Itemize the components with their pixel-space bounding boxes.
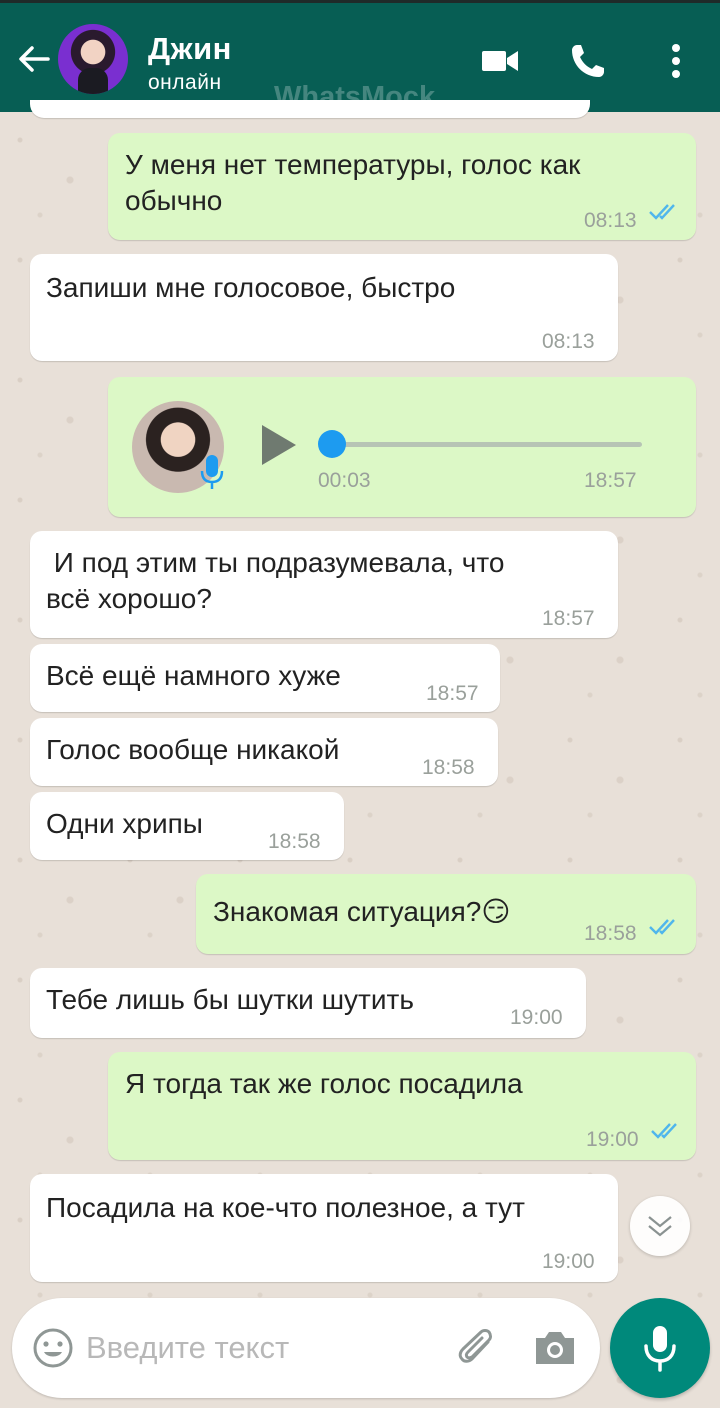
message-text: Посадила на кое-что полезное, а тут xyxy=(46,1192,525,1223)
emoji-icon[interactable] xyxy=(32,1327,74,1369)
message-text: Тебе лишь бы шутки шутить xyxy=(46,984,414,1015)
message-text: Знакомая ситуация?😏 xyxy=(213,896,511,927)
message-time: 19:00 xyxy=(586,1128,639,1151)
message-outgoing[interactable]: Я тогда так же голос посадила 19:00 xyxy=(108,1052,696,1160)
avatar[interactable] xyxy=(58,24,128,94)
message-incoming[interactable]: Голос вообще никакой 18:58 xyxy=(30,718,498,786)
camera-icon[interactable] xyxy=(532,1328,578,1368)
more-vert-icon[interactable] xyxy=(662,41,690,81)
read-ticks-icon xyxy=(651,1123,677,1139)
message-time: 18:57 xyxy=(542,607,595,630)
message-text: всё хорошо? xyxy=(46,583,212,614)
message-incoming[interactable]: И под этим ты подразумевала, что всё хор… xyxy=(30,531,618,638)
message-outgoing[interactable]: У меня нет температуры, голос как обычно… xyxy=(108,133,696,240)
chevron-down-icon xyxy=(648,1216,672,1237)
message-time: 08:13 xyxy=(584,209,637,232)
audio-progress-knob[interactable] xyxy=(318,430,346,458)
message-input[interactable] xyxy=(86,1324,436,1372)
message-text: Запиши мне голосовое, быстро xyxy=(46,272,456,303)
contact-status: онлайн xyxy=(148,71,222,94)
record-voice-button[interactable] xyxy=(610,1298,710,1398)
message-time: 19:00 xyxy=(542,1250,595,1273)
message-incoming[interactable]: Одни хрипы 18:58 xyxy=(30,792,344,860)
message-text: Я тогда так же голос посадила xyxy=(125,1068,523,1099)
read-ticks-icon xyxy=(649,919,675,935)
video-call-icon[interactable] xyxy=(480,45,520,77)
read-ticks-icon xyxy=(649,204,675,220)
message-time: 08:13 xyxy=(542,330,595,353)
audio-progress-track[interactable] xyxy=(330,442,642,447)
message-text: Всё ещё намного хуже xyxy=(46,660,341,691)
play-icon[interactable] xyxy=(258,423,298,467)
message-text: обычно xyxy=(125,185,223,216)
voice-duration: 00:03 xyxy=(318,469,371,492)
message-incoming[interactable]: Запиши мне голосовое, быстро 08:13 xyxy=(30,254,618,361)
message-incoming[interactable]: Посадила на кое-что полезное, а тут 19:0… xyxy=(30,1174,618,1282)
message-time: 18:57 xyxy=(426,682,479,705)
mic-icon xyxy=(644,1326,676,1372)
previous-message-bubble xyxy=(30,100,590,118)
voice-message[interactable]: 00:03 18:57 xyxy=(108,377,696,517)
mic-icon xyxy=(200,455,224,489)
message-time: 19:00 xyxy=(510,1006,563,1029)
message-text: У меня нет температуры, голос как xyxy=(125,149,581,180)
chat-header: Джин онлайн WhatsMock xyxy=(0,0,720,113)
paperclip-icon[interactable] xyxy=(454,1326,500,1372)
message-incoming[interactable]: Всё ещё намного хуже 18:57 xyxy=(30,644,500,712)
message-incoming[interactable]: Тебе лишь бы шутки шутить 19:00 xyxy=(30,968,586,1038)
phone-icon[interactable] xyxy=(568,41,608,81)
contact-name[interactable]: Джин xyxy=(148,31,232,67)
message-time: 18:58 xyxy=(422,756,475,779)
message-time: 18:58 xyxy=(584,922,637,945)
back-arrow-icon[interactable] xyxy=(14,39,54,79)
message-text: Одни хрипы xyxy=(46,808,203,839)
message-outgoing[interactable]: Знакомая ситуация?😏 18:58 xyxy=(196,874,696,954)
message-text: Голос вообще никакой xyxy=(46,734,340,765)
scroll-down-button[interactable] xyxy=(630,1196,690,1256)
message-time: 18:57 xyxy=(584,469,637,492)
message-composer xyxy=(12,1298,600,1398)
message-text: И под этим ты подразумевала, что xyxy=(46,547,505,578)
message-time: 18:58 xyxy=(268,830,321,853)
